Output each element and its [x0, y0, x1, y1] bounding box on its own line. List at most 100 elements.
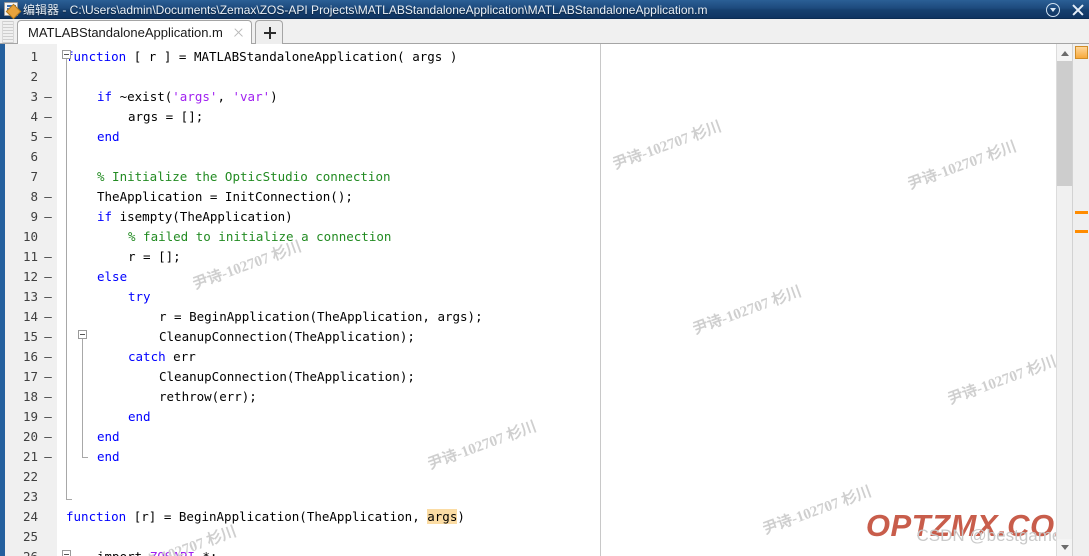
line-number: 22	[22, 469, 38, 484]
tab-strip: MATLABStandaloneApplication.m	[0, 19, 1089, 44]
drag-gripper[interactable]	[2, 21, 14, 43]
executable-line-marker: —	[44, 429, 52, 444]
chevron-down-icon[interactable]	[1057, 539, 1073, 556]
marker-strip-status-box	[1075, 46, 1088, 59]
executable-line-marker: —	[44, 289, 52, 304]
line-number: 2	[30, 69, 38, 84]
executable-line-marker: —	[44, 209, 52, 224]
fold-toggle-icon[interactable]	[62, 50, 71, 59]
executable-line-marker: —	[44, 249, 52, 264]
code-text[interactable]: CleanupConnection(TheApplication);	[159, 367, 415, 387]
line-number: 11	[22, 249, 38, 264]
code-line[interactable]: 7 % Initialize the OpticStudio connection	[0, 167, 1056, 187]
executable-line-marker: —	[43, 547, 53, 556]
code-text[interactable]: rethrow(err);	[159, 387, 257, 407]
executable-line-marker: —	[44, 309, 52, 324]
chevron-up-icon[interactable]	[1057, 44, 1073, 61]
code-text[interactable]: r = [];	[128, 247, 181, 267]
code-text[interactable]: import ZOSAPI.*;	[97, 547, 217, 556]
scrollbar-thumb[interactable]	[1057, 61, 1073, 186]
marker-strip[interactable]	[1072, 44, 1089, 556]
search-match-marker[interactable]	[1075, 230, 1088, 233]
code-line[interactable]: 1 function [ r ] = MATLABStandaloneApplic…	[0, 47, 1056, 67]
code-text[interactable]: function [ r ] = MATLABStandaloneApplica…	[66, 47, 457, 67]
fold-toggle-icon[interactable]	[62, 550, 71, 556]
close-icon[interactable]	[1070, 2, 1085, 17]
code-text[interactable]: end	[128, 407, 151, 427]
code-text[interactable]: args = [];	[128, 107, 203, 127]
code-text[interactable]: function [r] = BeginApplication(TheAppli…	[66, 507, 465, 527]
new-tab-button[interactable]	[254, 20, 283, 44]
executable-line-marker: —	[44, 409, 52, 424]
code-line[interactable]: 24 function [r] = BeginApplication(TheApp…	[0, 507, 1056, 527]
code-editor[interactable]: 1 function [ r ] = MATLABStandaloneApplic…	[0, 44, 1089, 556]
fold-guide-line	[66, 59, 67, 499]
code-line[interactable]: 11 — r = [];	[0, 247, 1056, 267]
line-number: 23	[22, 489, 38, 504]
code-text[interactable]: end	[97, 127, 120, 147]
executable-line-marker: —	[44, 269, 52, 284]
line-number: 12	[22, 269, 38, 284]
code-line[interactable]: 26 — import ZOSAPI.*;	[0, 547, 1056, 556]
executable-line-marker: —	[44, 189, 52, 204]
line-number: 1	[30, 49, 38, 64]
close-icon[interactable]	[232, 26, 245, 39]
fold-guide-line	[82, 339, 83, 457]
line-number: 3	[30, 89, 38, 104]
code-line[interactable]: 12 — else	[0, 267, 1056, 287]
code-line[interactable]: 8 — TheApplication = InitConnection();	[0, 187, 1056, 207]
code-line[interactable]: 16 — catch err	[0, 347, 1056, 367]
code-line[interactable]: 25	[0, 527, 1056, 547]
code-line[interactable]: 9 — if isempty(TheApplication)	[0, 207, 1056, 227]
line-number: 14	[22, 309, 38, 324]
code-line[interactable]: 3 — if ~exist('args', 'var')	[0, 87, 1056, 107]
code-surface[interactable]: 1 function [ r ] = MATLABStandaloneApplic…	[0, 44, 1056, 556]
code-text[interactable]: if isempty(TheApplication)	[97, 207, 293, 227]
code-line[interactable]: 6	[0, 147, 1056, 167]
code-line[interactable]: 17 — CleanupConnection(TheApplication);	[0, 367, 1056, 387]
fold-toggle-icon[interactable]	[78, 330, 87, 339]
code-text[interactable]: try	[128, 287, 151, 307]
executable-line-marker: —	[44, 109, 52, 124]
code-line[interactable]: 2	[0, 67, 1056, 87]
line-number: 6	[30, 149, 38, 164]
code-line[interactable]: 5 — end	[0, 127, 1056, 147]
vertical-scrollbar[interactable]	[1056, 44, 1073, 556]
code-line[interactable]: 13 — try	[0, 287, 1056, 307]
code-text[interactable]: end	[97, 447, 120, 467]
line-number: 9	[30, 209, 38, 224]
fold-guide-end	[82, 457, 88, 458]
code-text[interactable]: catch err	[128, 347, 196, 367]
code-text[interactable]: % failed to initialize a connection	[128, 227, 391, 247]
code-line[interactable]: 14 — r = BeginApplication(TheApplication, …	[0, 307, 1056, 327]
code-line[interactable]: 10 % failed to initialize a connection	[0, 227, 1056, 247]
code-line[interactable]: 20 — end	[0, 427, 1056, 447]
code-text[interactable]: % Initialize the OpticStudio connection	[97, 167, 391, 187]
line-number: 18	[22, 389, 38, 404]
code-line[interactable]: 15 — CleanupConnection(TheApplication);	[0, 327, 1056, 347]
tab-matlabstandaloneapplication[interactable]: MATLABStandaloneApplication.m	[17, 20, 252, 44]
executable-line-marker: —	[44, 329, 52, 344]
code-line[interactable]: 22	[0, 467, 1056, 487]
search-match-marker[interactable]	[1075, 211, 1088, 214]
code-line[interactable]: 23	[0, 487, 1056, 507]
line-number: 10	[22, 229, 38, 244]
code-text[interactable]: else	[97, 267, 127, 287]
code-text[interactable]: CleanupConnection(TheApplication);	[159, 327, 415, 347]
line-number: 17	[22, 369, 38, 384]
executable-line-marker: —	[44, 349, 52, 364]
chevron-down-circle-icon[interactable]	[1046, 2, 1060, 17]
window-title-bar: 编辑器 - C:\Users\admin\Documents\Zemax\ZOS…	[0, 0, 1089, 19]
code-text[interactable]: TheApplication = InitConnection();	[97, 187, 353, 207]
code-line[interactable]: 19 — end	[0, 407, 1056, 427]
code-text[interactable]: r = BeginApplication(TheApplication, arg…	[159, 307, 483, 327]
code-line[interactable]: 4 — args = [];	[0, 107, 1056, 127]
code-line[interactable]: 18 — rethrow(err);	[0, 387, 1056, 407]
line-number: 15	[22, 329, 38, 344]
code-text[interactable]: if ~exist('args', 'var')	[97, 87, 278, 107]
line-number: 13	[22, 289, 38, 304]
code-text[interactable]: end	[97, 427, 120, 447]
line-number: 16	[22, 349, 38, 364]
executable-line-marker: —	[44, 89, 52, 104]
code-line[interactable]: 21 — end	[0, 447, 1056, 467]
